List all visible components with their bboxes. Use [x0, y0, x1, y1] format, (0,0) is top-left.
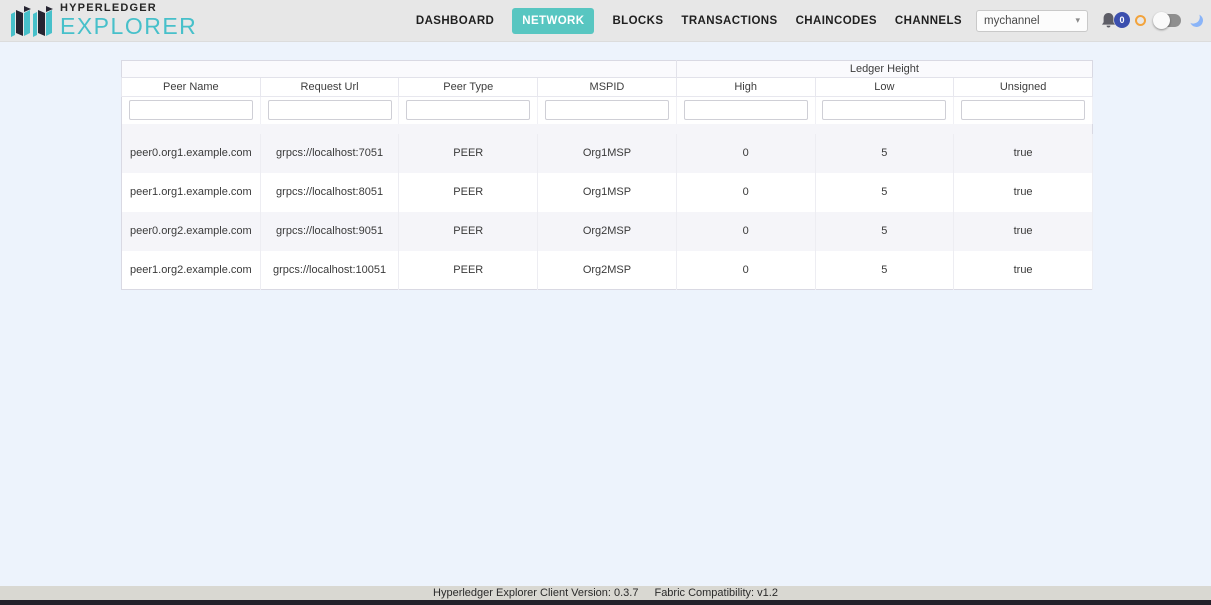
nav-item-channels[interactable]: CHANNELS [895, 15, 962, 27]
table-row: peer1.org1.example.com grpcs://localhost… [121, 172, 1093, 212]
peers-table: Ledger Height Peer Name Request Url Peer… [121, 60, 1093, 290]
filter-peer-type-input[interactable] [406, 100, 531, 121]
cell-request-url: grpcs://localhost:9051 [260, 211, 400, 251]
column-header-mspid[interactable]: MSPID [537, 77, 677, 97]
group-header-ledger-height: Ledger Height [675, 60, 1093, 78]
network-page: Ledger Height Peer Name Request Url Peer… [0, 42, 1211, 588]
nav-item-blocks[interactable]: BLOCKS [612, 15, 663, 27]
footer-bar: Hyperledger Explorer Client Version: 0.3… [0, 586, 1211, 600]
group-header-empty [121, 60, 677, 78]
cell-low: 5 [815, 250, 955, 290]
cell-peer-name: peer0.org2.example.com [121, 211, 261, 251]
top-navigation-bar: HYPERLEDGER EXPLORER DASHBOARD NETWORK B… [0, 0, 1211, 42]
moon-icon [1189, 13, 1205, 29]
cell-peer-type: PEER [398, 133, 539, 173]
cell-high: 0 [676, 172, 816, 212]
filter-mspid-input[interactable] [544, 100, 669, 121]
cell-peer-type: PEER [398, 211, 539, 251]
table-row: peer0.org1.example.com grpcs://localhost… [121, 133, 1093, 173]
cell-unsigned: true [953, 133, 1093, 173]
cell-low: 5 [815, 172, 955, 212]
filter-unsigned-input[interactable] [961, 100, 1086, 121]
filter-low-input[interactable] [822, 100, 947, 121]
cell-request-url: grpcs://localhost:8051 [260, 172, 400, 212]
table-filter-row [121, 96, 1093, 124]
cell-low: 5 [815, 133, 955, 173]
column-header-high[interactable]: High [675, 77, 816, 97]
filter-high-input[interactable] [683, 100, 808, 121]
column-header-peer-name[interactable]: Peer Name [121, 77, 261, 97]
cell-mspid: Org2MSP [537, 250, 677, 290]
logo-text-explorer: EXPLORER [60, 13, 198, 39]
chevron-down-icon: ▾ [1075, 15, 1080, 25]
cell-mspid: Org1MSP [537, 133, 677, 173]
column-header-request-url[interactable]: Request Url [259, 77, 400, 97]
theme-toggle-knob [1153, 12, 1170, 29]
theme-toggle[interactable] [1153, 12, 1181, 29]
cell-mspid: Org1MSP [537, 172, 677, 212]
nav-item-transactions[interactable]: TRANSACTIONS [681, 15, 777, 27]
filter-request-url-input[interactable] [267, 100, 392, 121]
cell-peer-type: PEER [398, 172, 539, 212]
table-group-header-row: Ledger Height [121, 60, 1093, 78]
footer-compat-text: Fabric Compatibility: v1.2 [654, 587, 778, 599]
channel-select[interactable]: mychannel ▾ [976, 9, 1088, 32]
cell-request-url: grpcs://localhost:7051 [260, 133, 400, 173]
notification-count-badge: 0 [1114, 11, 1130, 28]
cell-unsigned: true [953, 172, 1093, 212]
cell-low: 5 [815, 211, 955, 251]
main-nav: DASHBOARD NETWORK BLOCKS TRANSACTIONS CH… [416, 7, 962, 34]
table-row: peer0.org2.example.com grpcs://localhost… [121, 211, 1093, 251]
app-logo: HYPERLEDGER EXPLORER [10, 3, 197, 38]
channel-select-value: mychannel [984, 14, 1040, 27]
column-header-peer-type[interactable]: Peer Type [398, 77, 539, 97]
nav-item-chaincodes[interactable]: CHAINCODES [796, 15, 877, 27]
cell-unsigned: true [953, 211, 1093, 251]
cell-peer-type: PEER [398, 250, 539, 290]
table-row: peer1.org2.example.com grpcs://localhost… [121, 250, 1093, 290]
cell-unsigned: true [953, 250, 1093, 290]
table-spacer-row [121, 123, 1093, 134]
column-header-unsigned[interactable]: Unsigned [953, 77, 1093, 97]
cell-high: 0 [676, 211, 816, 251]
cell-peer-name: peer1.org1.example.com [121, 172, 261, 212]
hyperledger-logo-icon [11, 5, 53, 37]
nav-item-dashboard[interactable]: DASHBOARD [416, 15, 494, 27]
cell-high: 0 [676, 250, 816, 290]
table-header-row: Peer Name Request Url Peer Type MSPID Hi… [121, 77, 1093, 97]
notifications-button[interactable]: 0 [1100, 9, 1130, 33]
bottom-dark-strip [0, 600, 1211, 605]
header-icon-group: 0 [1100, 9, 1203, 33]
sun-icon [1135, 15, 1146, 26]
footer-version-text: Hyperledger Explorer Client Version: 0.3… [433, 587, 639, 599]
cell-peer-name: peer0.org1.example.com [121, 133, 261, 173]
cell-high: 0 [676, 133, 816, 173]
cell-mspid: Org2MSP [537, 211, 677, 251]
filter-peer-name-input[interactable] [128, 100, 253, 121]
cell-request-url: grpcs://localhost:10051 [260, 250, 400, 290]
column-header-low[interactable]: Low [814, 77, 955, 97]
cell-peer-name: peer1.org2.example.com [121, 250, 261, 290]
nav-item-network[interactable]: NETWORK [512, 7, 595, 34]
